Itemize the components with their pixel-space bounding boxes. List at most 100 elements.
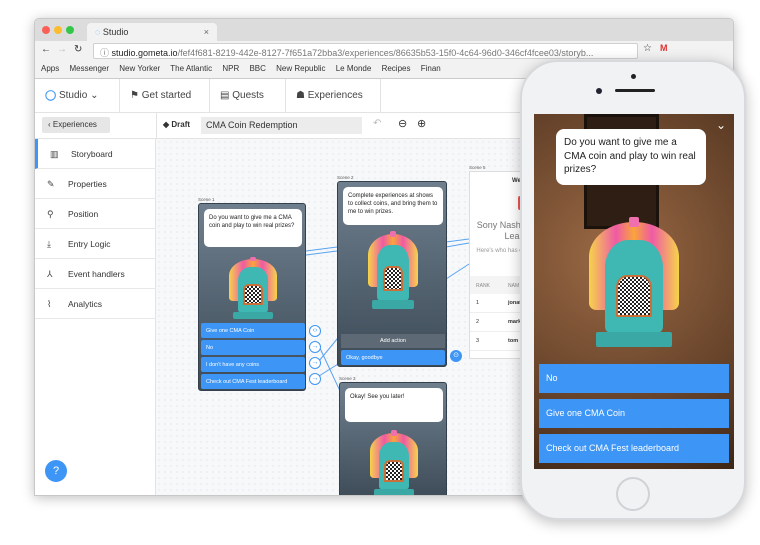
- sidebar-item-entry-logic[interactable]: ⤓ Entry Logic: [35, 229, 156, 259]
- connector-line: [445, 242, 470, 248]
- storyboard-icon: ▥: [50, 149, 59, 159]
- sidebar-item-position[interactable]: ⚲ Position: [35, 199, 156, 229]
- arrow-connector-icon[interactable]: →: [309, 341, 321, 353]
- connector-line: [445, 263, 470, 280]
- action-button[interactable]: Okay, goodbye: [341, 350, 445, 365]
- column-header: RANK: [476, 283, 490, 289]
- bookmark-finance[interactable]: Finan: [421, 64, 441, 73]
- arrow-connector-icon[interactable]: →: [309, 357, 321, 369]
- connector-line: [305, 250, 338, 256]
- phone-action-give-coin[interactable]: Give one CMA Coin: [539, 399, 729, 428]
- scene-3-card[interactable]: Okay! See you later!: [339, 382, 447, 495]
- studio-favicon-icon: ◌: [95, 27, 103, 37]
- name-cell: tom: [508, 338, 519, 344]
- bookmark-npr[interactable]: NPR: [222, 64, 239, 73]
- studio-logo-icon: ◯: [45, 90, 59, 101]
- phone-sensor-icon: [631, 74, 636, 79]
- rank-cell: 3: [476, 338, 480, 344]
- scene-dialog-bubble: Complete experiences at shows to collect…: [343, 187, 443, 225]
- phone-action-no[interactable]: No: [539, 364, 729, 393]
- jukebox-image: [370, 430, 418, 495]
- sidebar: ▥ Storyboard ✎ Properties ⚲ Position ⤓ Entry…: [35, 139, 156, 495]
- sidebar-item-properties[interactable]: ✎ Properties: [35, 169, 156, 199]
- bookmark-le-monde[interactable]: Le Monde: [336, 64, 372, 73]
- experience-title-input[interactable]: CMA Coin Redemption: [201, 117, 362, 134]
- branch-icon: ⅄: [47, 269, 53, 279]
- studio-menu[interactable]: ◯ Studio ⌄: [35, 79, 120, 113]
- phone-dialog-bubble: Do you want to give me a CMA coin and pl…: [556, 129, 706, 185]
- map-icon: ▤: [220, 90, 233, 101]
- help-button[interactable]: ?: [45, 460, 67, 482]
- scene-dialog-bubble: Do you want to give me a CMA coin and pl…: [204, 209, 302, 247]
- bookmark-bbc[interactable]: BBC: [249, 64, 265, 73]
- sidebar-item-analytics[interactable]: ⌇ Analytics: [35, 289, 156, 319]
- status-label: Draft: [171, 120, 191, 129]
- back-to-experiences-button[interactable]: ‹ Experiences: [42, 117, 110, 133]
- nav-get-started[interactable]: ⚑ Get started: [120, 79, 210, 113]
- forward-icon[interactable]: →: [57, 44, 67, 55]
- undo-icon[interactable]: ↶: [373, 118, 381, 129]
- sidebar-label: Event handlers: [68, 269, 125, 279]
- nav-experiences[interactable]: ☗ Experiences: [286, 79, 381, 113]
- add-connector-icon[interactable]: ⊙: [450, 350, 462, 362]
- browser-tab[interactable]: ◌ Studio ×: [87, 23, 217, 41]
- bookmark-star-icon[interactable]: ☆: [643, 43, 652, 54]
- pencil-icon: ✎: [47, 179, 55, 189]
- bookmark-recipes[interactable]: Recipes: [382, 64, 411, 73]
- phone-speaker-icon: [615, 89, 655, 92]
- sidebar-label: Storyboard: [71, 149, 113, 159]
- bookmark-messenger[interactable]: Messenger: [69, 64, 109, 73]
- scene-label: Scene 5: [469, 165, 486, 170]
- rank-cell: 2: [476, 319, 480, 325]
- close-tab-icon[interactable]: ×: [204, 27, 209, 37]
- action-button[interactable]: No: [201, 340, 305, 355]
- scene-dialog-bubble: Okay! See you later!: [345, 388, 443, 422]
- scene-2-card[interactable]: Complete experiences at shows to collect…: [337, 181, 447, 367]
- scene-label: Scene 1: [198, 197, 215, 202]
- minimize-window-button[interactable]: [54, 26, 62, 34]
- download-icon: ⤓: [47, 239, 51, 249]
- close-window-button[interactable]: [42, 26, 50, 34]
- tab-title: Studio: [102, 27, 129, 37]
- scene-label: Scene 2: [337, 175, 354, 180]
- draft-status: ◆ Draft: [163, 120, 191, 129]
- phone-preview: ⌄ Do you want to give me a CMA coin and …: [520, 60, 746, 520]
- bookmark-new-yorker[interactable]: New Yorker: [119, 64, 160, 73]
- nav-label: Quests: [232, 90, 264, 101]
- action-button[interactable]: I don't have any coins: [201, 357, 305, 372]
- location-pin-icon: ⚲: [47, 209, 54, 219]
- sidebar-label: Entry Logic: [68, 239, 111, 249]
- zoom-out-icon[interactable]: ⊖: [398, 117, 407, 130]
- scene-1-card[interactable]: Do you want to give me a CMA coin and pl…: [198, 203, 306, 391]
- connector-line: [305, 246, 338, 252]
- collapse-chevron-icon[interactable]: ⌄: [716, 118, 726, 132]
- back-icon[interactable]: ←: [41, 44, 51, 55]
- sidebar-item-storyboard[interactable]: ▥ Storyboard: [35, 139, 156, 169]
- jukebox-image: [589, 217, 679, 347]
- bookmark-atlantic[interactable]: The Atlantic: [170, 64, 212, 73]
- bookmark-new-republic[interactable]: New Republic: [276, 64, 325, 73]
- nav-label: Experiences: [307, 90, 363, 101]
- nav-quests[interactable]: ▤ Quests: [210, 79, 286, 113]
- flag-icon: ⚑: [130, 90, 142, 101]
- nav-label: Get started: [141, 90, 192, 101]
- reload-icon[interactable]: ↻: [74, 44, 82, 55]
- bookmark-apps[interactable]: Apps: [41, 64, 59, 73]
- arrow-connector-icon[interactable]: →: [309, 373, 321, 385]
- gmail-icon[interactable]: M: [660, 43, 668, 53]
- phone-camera-icon: [596, 88, 602, 94]
- toolbar-divider: [156, 113, 157, 139]
- zoom-in-icon[interactable]: ⊕: [417, 117, 426, 130]
- code-connector-icon[interactable]: ‹›: [309, 325, 321, 337]
- experiences-icon: ☗: [296, 90, 308, 101]
- action-button[interactable]: Check out CMA Fest leaderboard: [201, 374, 305, 389]
- action-button[interactable]: Give one CMA Coin: [201, 323, 305, 338]
- studio-label: Studio: [58, 90, 88, 101]
- home-button[interactable]: [616, 477, 650, 511]
- phone-action-leaderboard[interactable]: Check out CMA Fest leaderboard: [539, 434, 729, 463]
- address-bar-row: ← → ↻ ⓘ studio.gometa.io/fef4f681-8219-4…: [35, 41, 733, 61]
- add-action-button[interactable]: Add action: [341, 334, 445, 348]
- url-input[interactable]: ⓘ studio.gometa.io/fef4f681-8219-442e-81…: [93, 43, 638, 59]
- maximize-window-button[interactable]: [66, 26, 74, 34]
- sidebar-item-event-handlers[interactable]: ⅄ Event handlers: [35, 259, 156, 289]
